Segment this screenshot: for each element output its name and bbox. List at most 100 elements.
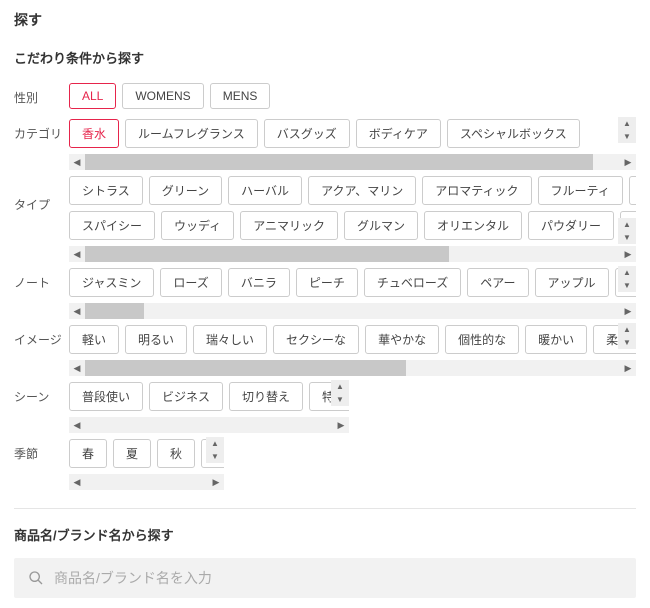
filter-label-season: 季節 (14, 437, 69, 462)
spinner-scene: ▲ ▼ (331, 380, 349, 406)
spinner-down-icon[interactable]: ▼ (331, 393, 349, 406)
chip-category-2[interactable]: バスグッズ (264, 119, 350, 148)
scrollbar-category[interactable]: ◀ ▶ (69, 154, 636, 170)
search-box[interactable] (14, 558, 636, 598)
divider (14, 508, 636, 509)
chip-note-4[interactable]: チュベローズ (364, 268, 461, 297)
scroll-left-icon[interactable]: ◀ (69, 417, 85, 433)
scroll-thumb[interactable] (85, 360, 406, 376)
spinner-image: ▲ ▼ (618, 323, 636, 349)
filter-row-note: ノート ジャスミンローズバニラピーチチュベローズペアーアップル金木犀紅茶ベリー … (14, 266, 636, 319)
scrollbar-type[interactable]: ◀ ▶ (69, 246, 636, 262)
scroll-right-icon[interactable]: ▶ (620, 154, 636, 170)
chip-category-1[interactable]: ルームフレグランス (125, 119, 258, 148)
filter-label-image: イメージ (14, 323, 69, 348)
spinner-up-icon[interactable]: ▲ (618, 117, 636, 130)
spinner-up-icon[interactable]: ▲ (618, 323, 636, 336)
scrollbar-season[interactable]: ◀ ▶ (69, 474, 224, 490)
chip-note-0[interactable]: ジャスミン (69, 268, 154, 297)
chip-note-2[interactable]: バニラ (228, 268, 290, 297)
spinner-season: ▲ ▼ (206, 437, 224, 463)
spinner-up-icon[interactable]: ▲ (618, 218, 636, 231)
spinner-down-icon[interactable]: ▼ (206, 450, 224, 463)
scroll-thumb[interactable] (85, 246, 449, 262)
chip-scene-0[interactable]: 普段使い (69, 382, 143, 411)
filter-row-scene: シーン 普段使いビジネス切り替え特別な時 ▲ ▼ ◀ ▶ (14, 380, 636, 433)
chip-image-2[interactable]: 瑞々しい (193, 325, 267, 354)
spinner-down-icon[interactable]: ▼ (618, 231, 636, 244)
chip-note-1[interactable]: ローズ (160, 268, 221, 297)
scroll-right-icon[interactable]: ▶ (620, 246, 636, 262)
chips-category: 香水ルームフレグランスバスグッズボディケアスペシャルボックス ▲ ▼ (69, 117, 636, 152)
chip-scene-1[interactable]: ビジネス (149, 382, 223, 411)
chip-type-3[interactable]: アクア、マリン (308, 176, 416, 205)
chip-type-5[interactable]: フルーティ (538, 176, 623, 205)
filter-label-category: カテゴリ (14, 117, 69, 142)
scrollbar-image[interactable]: ◀ ▶ (69, 360, 636, 376)
chip-gender-2[interactable]: MENS (210, 83, 271, 109)
scrollbar-scene[interactable]: ◀ ▶ (69, 417, 349, 433)
scroll-thumb[interactable] (85, 154, 593, 170)
scroll-left-icon[interactable]: ◀ (69, 154, 85, 170)
chip-type-2[interactable]: アニマリック (240, 211, 338, 240)
filter-label-type: タイプ (14, 174, 69, 213)
chip-season-2[interactable]: 秋 (157, 439, 195, 468)
chip-image-3[interactable]: セクシーな (273, 325, 359, 354)
chip-type-6[interactable]: フローラル (629, 176, 636, 205)
chip-image-5[interactable]: 個性的な (445, 325, 519, 354)
chip-gender-1[interactable]: WOMENS (122, 83, 203, 109)
chip-type-5[interactable]: パウダリー (528, 211, 614, 240)
chips-type-row2: スパイシーウッディアニマリックグルマンオリエンタルパウダリームスクアンバー ▲ … (69, 209, 636, 244)
chip-image-4[interactable]: 華やかな (365, 325, 439, 354)
filter-row-image: イメージ 軽い明るい瑞々しいセクシーな華やかな個性的な暖かい柔らかな重いダークな… (14, 323, 636, 376)
chip-season-0[interactable]: 春 (69, 439, 107, 468)
scroll-right-icon[interactable]: ▶ (620, 303, 636, 319)
chip-type-4[interactable]: アロマティック (422, 176, 531, 205)
spinner-up-icon[interactable]: ▲ (206, 437, 224, 450)
chips-note: ジャスミンローズバニラピーチチュベローズペアーアップル金木犀紅茶ベリー ▲ ▼ (69, 266, 636, 301)
scroll-left-icon[interactable]: ◀ (69, 474, 85, 490)
chip-season-1[interactable]: 夏 (113, 439, 151, 468)
chip-scene-2[interactable]: 切り替え (229, 382, 303, 411)
filter-row-type: タイプ シトラスグリーンハーバルアクア、マリンアロマティックフルーティフローラル… (14, 174, 636, 262)
spinner-up-icon[interactable]: ▲ (618, 266, 636, 279)
page-title: 探す (14, 10, 636, 30)
spinner-up-icon[interactable]: ▲ (331, 380, 349, 393)
scroll-left-icon[interactable]: ◀ (69, 360, 85, 376)
chip-type-4[interactable]: オリエンタル (424, 211, 522, 240)
chip-note-6[interactable]: アップル (535, 268, 609, 297)
chip-image-1[interactable]: 明るい (125, 325, 187, 354)
scroll-right-icon[interactable]: ▶ (620, 360, 636, 376)
chip-type-0[interactable]: スパイシー (69, 211, 155, 240)
scroll-right-icon[interactable]: ▶ (333, 417, 349, 433)
chips-image: 軽い明るい瑞々しいセクシーな華やかな個性的な暖かい柔らかな重いダークな ▲ ▼ (69, 323, 636, 358)
scroll-left-icon[interactable]: ◀ (69, 246, 85, 262)
chip-category-4[interactable]: スペシャルボックス (447, 119, 580, 148)
chip-image-6[interactable]: 暖かい (525, 325, 587, 354)
filter-label-note: ノート (14, 266, 69, 291)
chips-type-row1: シトラスグリーンハーバルアクア、マリンアロマティックフルーティフローラルグリーン… (69, 174, 636, 209)
chip-gender-0[interactable]: ALL (69, 83, 116, 109)
chip-image-0[interactable]: 軽い (69, 325, 119, 354)
filter-label-scene: シーン (14, 380, 69, 405)
chip-category-0[interactable]: 香水 (69, 119, 119, 148)
filter-label-gender: 性別 (14, 81, 69, 106)
chip-category-3[interactable]: ボディケア (356, 119, 441, 148)
chip-note-3[interactable]: ピーチ (296, 268, 358, 297)
scroll-right-icon[interactable]: ▶ (208, 474, 224, 490)
scroll-thumb[interactable] (85, 303, 144, 319)
spinner-down-icon[interactable]: ▼ (618, 336, 636, 349)
chip-type-1[interactable]: ウッディ (161, 211, 234, 240)
chip-type-3[interactable]: グルマン (344, 211, 418, 240)
scroll-left-icon[interactable]: ◀ (69, 303, 85, 319)
spinner-down-icon[interactable]: ▼ (618, 279, 636, 292)
search-input[interactable] (54, 570, 622, 586)
filter-row-gender: 性別 ALLWOMENS MENS (14, 81, 636, 113)
chip-type-1[interactable]: グリーン (149, 176, 222, 205)
scrollbar-note[interactable]: ◀ ▶ (69, 303, 636, 319)
spinner-down-icon[interactable]: ▼ (618, 130, 636, 143)
chip-type-0[interactable]: シトラス (69, 176, 143, 205)
search-section-title: 商品名/ブランド名から探す (14, 525, 636, 544)
chip-type-2[interactable]: ハーバル (228, 176, 302, 205)
chip-note-5[interactable]: ペアー (467, 268, 528, 297)
